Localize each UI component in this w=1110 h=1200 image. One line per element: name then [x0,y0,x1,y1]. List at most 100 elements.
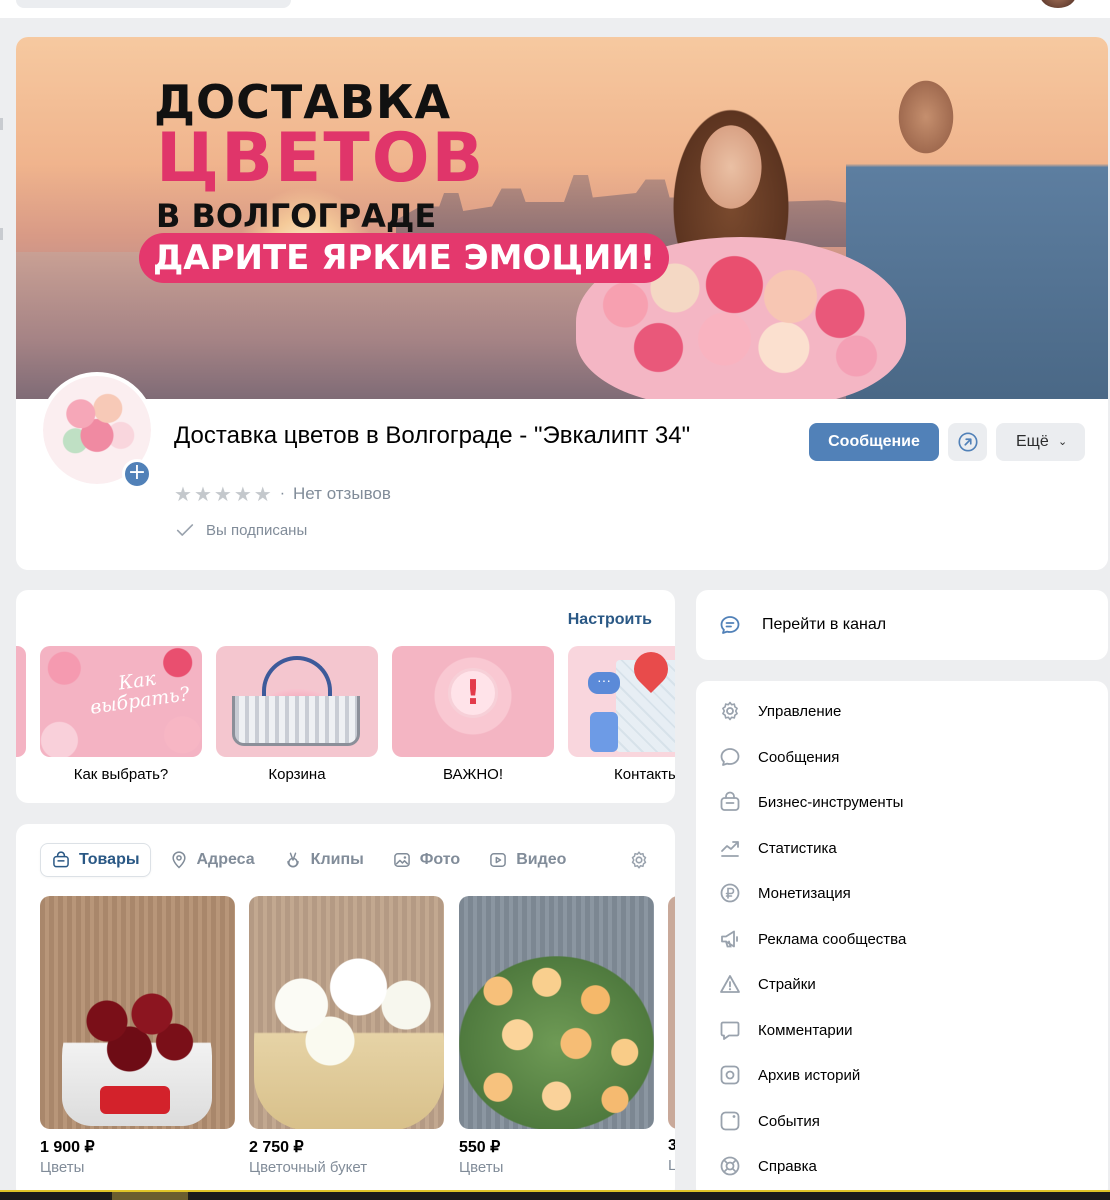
menu-item-events[interactable]: События [718,1109,820,1133]
megaphone-icon [721,930,738,948]
taskbar-edge [0,1190,1110,1200]
message-button[interactable]: Сообщение [809,423,939,461]
video-icon [490,853,507,867]
product-category: Цветочный букет [249,1159,368,1176]
menu-item-label: Архив историй [758,1066,861,1084]
top-navigation-bar [0,0,1110,18]
check-icon [176,524,194,536]
channel-card: Перейти в канал [696,590,1108,660]
product-card[interactable]: 3 Ц [668,896,675,1174]
clips-icon [286,852,299,868]
cover-image: ДОСТАВКА ЦВЕТОВ В ВОЛГОГРАДЕ ДАРИТЕ ЯРКИ… [16,37,1108,399]
star-icon: ★ [213,482,232,506]
tab-addresses[interactable]: Адреса [159,843,265,877]
channel-label: Перейти в канал [762,616,887,633]
chat-bubble-icon [720,748,740,766]
star-icon: ★ [253,482,272,506]
shortcut-label[interactable]: Корзина [216,766,378,783]
share-button[interactable] [948,423,987,461]
more-button[interactable]: Ещё ⌄ [996,423,1085,461]
menu-item-label: Реклама сообщества [758,930,907,948]
tab-label: Адреса [196,851,255,868]
left-edge-marker [0,228,3,240]
menu-item-statistics[interactable]: Статистика [718,836,837,860]
go-to-channel-link[interactable]: Перейти в канал [718,613,886,637]
tab-videos[interactable]: Видео [478,843,576,877]
product-price: 2 750 ₽ [249,1139,304,1156]
product-price: 1 900 ₽ [40,1139,95,1156]
cover-text-line3: В ВОЛГОГРАДЕ [156,197,437,235]
gear-icon[interactable] [628,849,650,871]
menu-item-label: События [758,1112,820,1130]
shortcut-label[interactable]: Как выбрать? [40,766,202,783]
tab-label: Клипы [310,851,364,868]
product-card[interactable]: 550 ₽ Цветы [459,896,654,1176]
menu-item-label: Управление [758,702,842,720]
ruble-coin-icon [720,883,740,903]
shortcut-tile-contacts[interactable]: ··· [568,646,675,757]
tab-clips[interactable]: Клипы [273,843,374,877]
reviews-count[interactable]: Нет отзывов [293,484,391,504]
product-card[interactable]: 1 900 ₽ Цветы [40,896,235,1176]
product-price: 550 ₽ [459,1139,501,1156]
product-image[interactable] [249,896,444,1129]
exclamation-icon: ! [448,668,498,718]
rating[interactable]: ★ ★ ★ ★ ★ · Нет отзывов [174,484,391,504]
management-menu: Управление Сообщения Бизнес-инструменты … [696,681,1108,1200]
warning-triangle-icon [720,975,740,993]
product-card[interactable]: 2 750 ₽ Цветочный букет [249,896,444,1176]
menu-item-advertising[interactable]: Реклама сообщества [718,927,906,951]
chat-icon: ··· [588,672,620,694]
shortcut-tile-how-to-choose[interactable]: Как выбрать? [40,646,202,757]
left-edge-marker [0,118,3,130]
menu-item-label: Справка [758,1157,817,1175]
menu-item-comments[interactable]: Комментарии [718,1018,852,1042]
menu-item-help[interactable]: Справка [718,1154,817,1178]
star-icon: ★ [233,482,252,506]
bag-icon [53,851,69,868]
product-category: Ц [668,1157,675,1174]
basket-icon [232,696,360,746]
user-avatar[interactable] [1040,0,1076,8]
community-header: ДОСТАВКА ЦВЕТОВ В ВОЛГОГРАДЕ ДАРИТЕ ЯРКИ… [16,37,1108,570]
tile-image-text: Как выбрать? [88,667,192,719]
subscription-status[interactable]: Вы подписаны [174,519,307,541]
shortcut-label[interactable]: ВАЖНО! [392,766,554,783]
photo-icon [393,853,410,867]
menu-item-strikes[interactable]: Страйки [718,972,816,996]
more-label: Ещё [1016,433,1049,450]
chevron-down-icon: ⌄ [1058,436,1068,448]
product-image[interactable] [668,896,675,1129]
trend-chart-icon [721,841,739,857]
shortcut-tile-partial[interactable] [16,646,26,757]
gear-icon [722,701,738,721]
menu-item-stories-archive[interactable]: Архив историй [718,1063,860,1087]
menu-item-label: Бизнес-инструменты [758,793,904,811]
stories-archive-icon [720,1065,740,1085]
phone-icon [590,712,618,752]
menu-item-label: Монетизация [758,884,851,902]
comment-icon [720,1021,740,1040]
shortcut-tile-cart[interactable] [216,646,378,757]
search-input[interactable] [16,0,291,8]
calendar-icon [720,1111,740,1131]
tab-label: Фото [419,851,461,868]
cover-slogan: ДАРИТЕ ЯРКИЕ ЭМОЦИИ! [139,233,670,283]
product-image[interactable] [40,896,235,1129]
menu-item-monetization[interactable]: Монетизация [718,881,851,905]
menu-item-business-tools[interactable]: Бизнес-инструменты [718,790,903,814]
tab-label: Видео [516,851,567,868]
menu-item-management[interactable]: Управление [718,699,841,723]
menu-item-messages[interactable]: Сообщения [718,745,839,769]
shortcuts-card: Настроить Как выбрать? Как выбрать? Корз… [16,590,675,803]
shortcut-label[interactable]: Контакты [568,766,675,783]
tab-photos[interactable]: Фото [382,843,470,877]
configure-link[interactable]: Настроить [568,611,652,629]
product-image[interactable] [459,896,654,1129]
share-arrow-icon [957,432,978,452]
shortcut-tile-important[interactable]: ! [392,646,554,757]
tab-goods[interactable]: Товары [40,843,151,877]
chat-bubble-icon [720,616,740,634]
product-category: Цветы [40,1159,85,1176]
add-story-button[interactable]: + [122,459,152,489]
